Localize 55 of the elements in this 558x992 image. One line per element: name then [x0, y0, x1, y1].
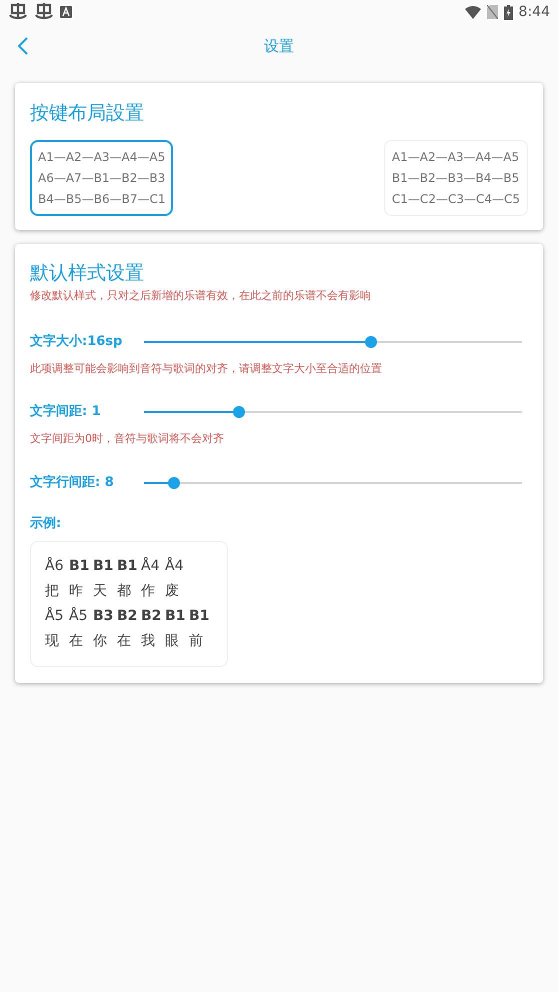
slider-thumb[interactable] — [364, 336, 377, 348]
score-token: 在 — [117, 632, 132, 651]
back-icon — [18, 37, 28, 55]
slider-hint: 文字间距为0时，音符与歌词将不会对齐 — [30, 431, 225, 447]
score-token: B1 — [189, 607, 207, 626]
layout-row-text: A1—A2—A3—A4—A5 — [38, 148, 166, 166]
wifi-icon — [464, 6, 481, 18]
score-token: 天 — [93, 582, 108, 601]
slider-hint: 此项调整可能会影响到音符与歌词的对齐，请调整文字大小至合适的位置 — [30, 360, 383, 376]
score-token: B1 — [165, 607, 183, 626]
layout-option[interactable]: A1—A2—A3—A4—A5 A6—A7—B1—B2—B3 B4—B5—B6—B7—C1 — [30, 140, 174, 216]
layout-row-text: B1—B2—B3—B4—B5 — [392, 170, 520, 186]
no-sim-icon — [486, 5, 498, 19]
score-token: 把 — [45, 582, 60, 601]
app-notification-icon — [34, 3, 54, 21]
score-token: 现 — [45, 632, 60, 651]
battery-icon — [504, 4, 513, 20]
slider-label: 文字大小:16sp — [30, 332, 124, 351]
score-token: 眼 — [165, 632, 180, 651]
score-token: B2 — [117, 607, 135, 626]
score-token: 昨 — [69, 582, 84, 601]
score-token: 废 — [165, 582, 180, 601]
layout-row-text: A6—A7—B1—B2—B3 — [38, 170, 166, 186]
score-token: 都 — [117, 582, 132, 601]
example-label: 示例: — [30, 514, 62, 532]
score-token: Å4 — [165, 556, 183, 576]
score-token: B1 — [117, 557, 135, 576]
score-token: 你 — [93, 632, 108, 651]
app-notification-icon — [8, 3, 28, 21]
score-token: 在 — [69, 632, 84, 651]
slider-thumb[interactable] — [232, 406, 244, 418]
score-token: Å4 — [141, 556, 159, 576]
slider-label: 文字间距: 1 — [30, 402, 102, 422]
score-token: Å5 — [45, 606, 63, 626]
section-title: 按键布局設置 — [30, 101, 145, 126]
slider-thumb[interactable] — [168, 476, 180, 488]
score-token: B3 — [93, 607, 111, 626]
score-token: B1 — [69, 557, 87, 576]
keyboard-notification-icon — [60, 6, 72, 18]
score-token: Å5 — [69, 606, 87, 626]
layout-row-text: A1—A2—A3—A4—A5 — [392, 148, 520, 166]
section-title: 默认样式设置 — [30, 260, 145, 286]
score-token: 作 — [141, 582, 156, 601]
score-token: 我 — [141, 632, 156, 651]
score-token: 前 — [189, 632, 204, 651]
clock-time: 8:44 — [518, 2, 550, 22]
layout-row-text: B4—B5—B6—B7—C1 — [38, 190, 166, 208]
page-title: 设置 — [264, 36, 294, 57]
slider-label: 文字行间距: 8 — [30, 474, 115, 492]
score-token: Å6 — [45, 556, 63, 576]
layout-row-text: C1—C2—C3—C4—C5 — [392, 190, 520, 208]
score-token: B2 — [141, 607, 159, 626]
layout-option[interactable]: A1—A2—A3—A4—A5 B1—B2—B3—B4—B5 C1—C2—C3—C4—C5 — [384, 140, 528, 216]
score-token: B1 — [93, 557, 111, 576]
notice-text: 修改默认样式，只对之后新增的乐谱有效，在此之前的乐谱不会有影响 — [30, 288, 372, 304]
